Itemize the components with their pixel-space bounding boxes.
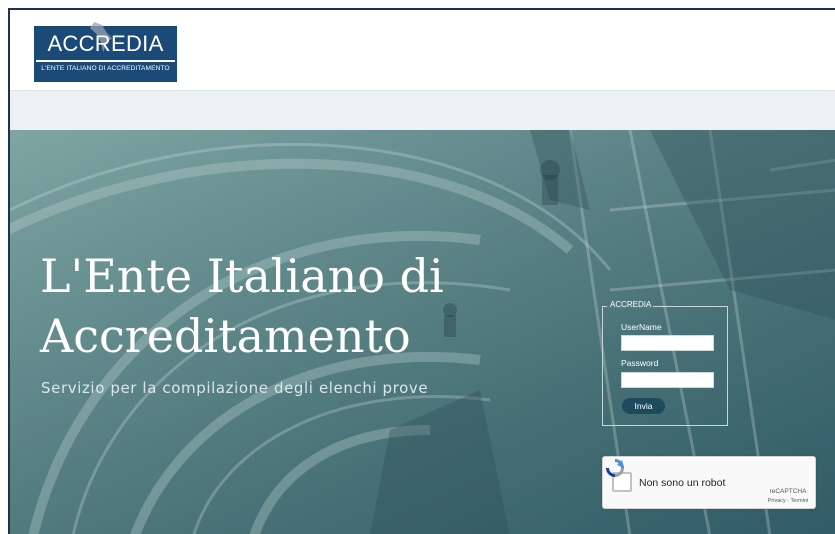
logo-subtitle: L'ENTE ITALIANO DI ACCREDITAMENTO: [41, 65, 170, 72]
hero-banner: L'Ente Italiano di Accreditamento Serviz…: [10, 130, 835, 534]
accredia-logo[interactable]: ACCREDIA L'ENTE ITALIANO DI ACCREDITAMEN…: [34, 22, 177, 82]
navigation-bar: [10, 90, 835, 131]
submit-button[interactable]: Invia: [622, 398, 665, 414]
login-legend: ACCREDIA: [610, 300, 652, 309]
site-header: ACCREDIA L'ENTE ITALIANO DI ACCREDITAMEN…: [10, 10, 835, 90]
password-label: Password: [621, 358, 659, 368]
hero-title-line2: Accreditamento: [40, 309, 411, 363]
hero-title-line1: L'Ente Italiano di: [40, 249, 444, 303]
recaptcha-label: Non sono un robot: [639, 477, 726, 489]
recaptcha-terms-link[interactable]: Termini: [791, 498, 809, 504]
username-label: UserName: [621, 322, 662, 332]
logo-divider: [36, 60, 175, 62]
recaptcha-privacy-link[interactable]: Privacy: [768, 498, 786, 504]
logo-name: ACCREDIA: [47, 31, 164, 56]
hero-subtitle: Servizio per la compilazione degli elenc…: [41, 379, 429, 397]
username-input[interactable]: [621, 335, 714, 351]
recaptcha-links: Privacy - Termini: [758, 498, 818, 504]
browser-viewport: ACCREDIA L'ENTE ITALIANO DI ACCREDITAMEN…: [8, 8, 835, 534]
recaptcha-widget: Non sono un robot reCAPTCHA Privacy - Te…: [602, 456, 816, 509]
password-input[interactable]: [621, 372, 714, 388]
hero-title: L'Ente Italiano di Accreditamento: [40, 246, 560, 366]
recaptcha-logo-icon: [606, 459, 624, 477]
login-form: ACCREDIA UserName Password Invia: [602, 300, 728, 426]
recaptcha-brand: reCAPTCHA: [769, 488, 807, 495]
